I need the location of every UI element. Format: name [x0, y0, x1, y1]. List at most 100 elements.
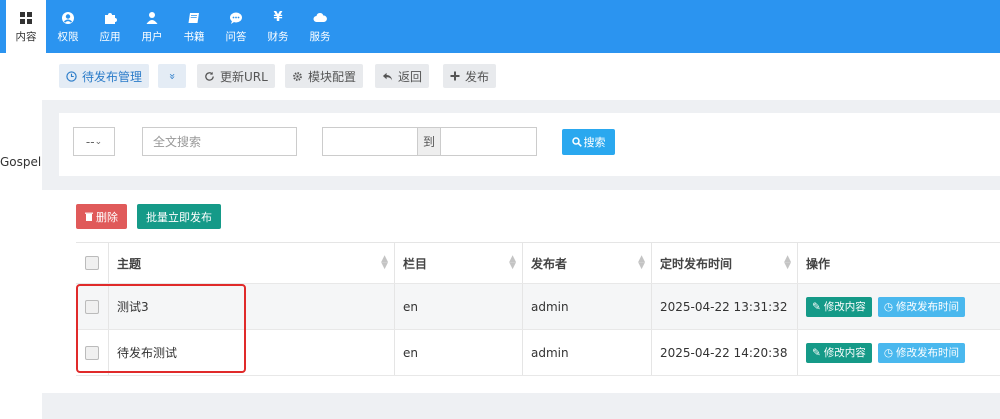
module-config-label: 模块配置	[308, 69, 357, 84]
nav-item-permissions[interactable]: 权限	[48, 0, 88, 53]
row-select-cell	[76, 330, 109, 375]
search-panel: -- ⌄ 全文搜索 到 搜索	[59, 113, 1000, 176]
row-publisher: admin	[523, 284, 652, 329]
nav-label: 财务	[267, 30, 289, 43]
header-column[interactable]: 栏目 ▲ ▼	[395, 243, 523, 283]
edit-content-label: 修改内容	[823, 301, 866, 313]
top-nav-bar: 内容 权限 应用 用户 书籍 问答 ¥ 财务 服务	[0, 0, 1000, 53]
search-button-label: 搜索	[583, 136, 606, 149]
nav-label: 书籍	[183, 30, 205, 43]
nav-label: 问答	[225, 30, 247, 43]
nav-label: 服务	[309, 30, 331, 43]
row-operations: ✎ 修改内容 ◷ 修改发布时间	[798, 284, 1000, 329]
chevron-down-icon: ⌄	[94, 136, 103, 147]
table-header-row: 主题 ▲ ▼ 栏目 ▲ ▼ 发布者 ▲ ▼ 定时发布时间 ▲ ▼ 操作	[76, 243, 1000, 284]
edit-content-label: 修改内容	[823, 347, 866, 359]
batch-publish-label: 批量立即发布	[146, 210, 212, 224]
chevron-double-down-icon: »	[165, 72, 179, 80]
user-circle-icon	[61, 10, 75, 26]
header-scheduled-time-label: 定时发布时间	[660, 256, 733, 271]
select-all-checkbox[interactable]	[85, 256, 99, 270]
row-title: 待发布测试	[109, 330, 395, 375]
user-icon	[145, 10, 159, 26]
gear-icon	[292, 71, 303, 82]
sidebar-text: Gospel	[0, 155, 42, 169]
update-url-button[interactable]: 更新URL	[197, 64, 275, 88]
header-operations-label: 操作	[806, 256, 831, 271]
clock-icon	[66, 70, 77, 82]
nav-item-finance[interactable]: ¥ 财务	[258, 0, 298, 53]
sort-icon: ▲ ▼	[381, 254, 388, 271]
row-scheduled-time: 2025-04-22 13:31:32	[652, 284, 798, 329]
reply-arrow-icon	[382, 71, 393, 82]
row-column: en	[395, 284, 523, 329]
plus-icon	[450, 71, 460, 81]
header-scheduled-time[interactable]: 定时发布时间 ▲ ▼	[652, 243, 798, 283]
row-column: en	[395, 330, 523, 375]
date-from-input[interactable]	[322, 127, 418, 156]
edit-icon: ✎	[812, 300, 821, 313]
table-row: 测试3 en admin 2025-04-22 13:31:32 ✎ 修改内容 …	[76, 284, 1000, 330]
nav-item-apps[interactable]: 应用	[90, 0, 130, 53]
trash-icon	[85, 212, 93, 221]
publish-label: 发布	[465, 69, 490, 84]
edit-content-button[interactable]: ✎ 修改内容	[806, 296, 872, 317]
nav-label: 用户	[141, 30, 163, 43]
fulltext-search-input[interactable]: 全文搜索	[142, 127, 297, 156]
cloud-icon	[313, 10, 327, 26]
edit-publish-time-button[interactable]: ◷ 修改发布时间	[877, 342, 965, 363]
date-to-input[interactable]	[440, 127, 537, 156]
toolbar: 待发布管理 » 更新URL 模块配置 返回 发布	[42, 53, 1000, 100]
sort-icon: ▲ ▼	[638, 254, 645, 271]
edit-publish-time-label: 修改发布时间	[895, 347, 959, 359]
grid-icon	[19, 10, 33, 26]
header-publisher-label: 发布者	[531, 256, 568, 271]
batch-publish-button[interactable]: 批量立即发布	[137, 204, 221, 229]
edit-content-button[interactable]: ✎ 修改内容	[806, 342, 872, 363]
pending-publish-button[interactable]: 待发布管理	[59, 64, 150, 88]
filter-select-value: --	[85, 134, 95, 149]
row-publisher: admin	[523, 330, 652, 375]
nav-label: 内容	[15, 30, 37, 43]
date-range-separator: 到	[417, 127, 441, 156]
table-row: 待发布测试 en admin 2025-04-22 14:20:38 ✎ 修改内…	[76, 330, 1000, 376]
yen-icon: ¥	[273, 10, 283, 25]
back-label: 返回	[398, 69, 423, 84]
header-title-label: 主题	[117, 256, 142, 271]
fulltext-search-placeholder: 全文搜索	[153, 135, 202, 149]
publish-button[interactable]: 发布	[443, 64, 497, 88]
list-panel: 删除 批量立即发布 主题 ▲ ▼ 栏目 ▲ ▼ 发布者 ▲ ▼ 定时发布时间 ▲…	[42, 190, 1000, 393]
header-publisher[interactable]: 发布者 ▲ ▼	[523, 243, 652, 283]
header-title[interactable]: 主题 ▲ ▼	[109, 243, 395, 283]
search-button[interactable]: 搜索	[562, 129, 615, 155]
nav-item-services[interactable]: 服务	[300, 0, 340, 53]
puzzle-icon	[103, 10, 117, 26]
nav-label: 应用	[99, 30, 121, 43]
nav-item-qa[interactable]: 问答	[216, 0, 256, 53]
nav-item-content[interactable]: 内容	[6, 0, 46, 53]
edit-publish-time-button[interactable]: ◷ 修改发布时间	[877, 296, 965, 317]
main-area: 待发布管理 » 更新URL 模块配置 返回 发布 -- ⌄ 全文搜索 到 搜索 …	[42, 53, 1000, 419]
nav-item-books[interactable]: 书籍	[174, 0, 214, 53]
delete-label: 删除	[96, 210, 118, 224]
nav-item-users[interactable]: 用户	[132, 0, 172, 53]
sort-icon: ▲ ▼	[784, 254, 791, 271]
chat-icon	[229, 10, 243, 26]
delete-button[interactable]: 删除	[76, 204, 127, 229]
sort-icon: ▲ ▼	[509, 254, 516, 271]
header-operations: 操作	[798, 243, 1000, 283]
row-checkbox[interactable]	[85, 299, 99, 314]
clock-icon: ◷	[883, 346, 893, 359]
back-button[interactable]: 返回	[375, 64, 430, 88]
filter-select[interactable]: -- ⌄	[73, 127, 115, 156]
row-scheduled-time: 2025-04-22 14:20:38	[652, 330, 798, 375]
pending-publish-label: 待发布管理	[82, 69, 143, 84]
search-icon	[571, 137, 582, 147]
dropdown-toggle[interactable]: »	[158, 64, 186, 88]
book-icon	[187, 10, 201, 26]
row-checkbox[interactable]	[85, 345, 99, 360]
edit-icon: ✎	[812, 346, 821, 359]
clock-icon: ◷	[883, 300, 893, 313]
row-select-cell	[76, 284, 109, 329]
module-config-button[interactable]: 模块配置	[285, 64, 364, 88]
